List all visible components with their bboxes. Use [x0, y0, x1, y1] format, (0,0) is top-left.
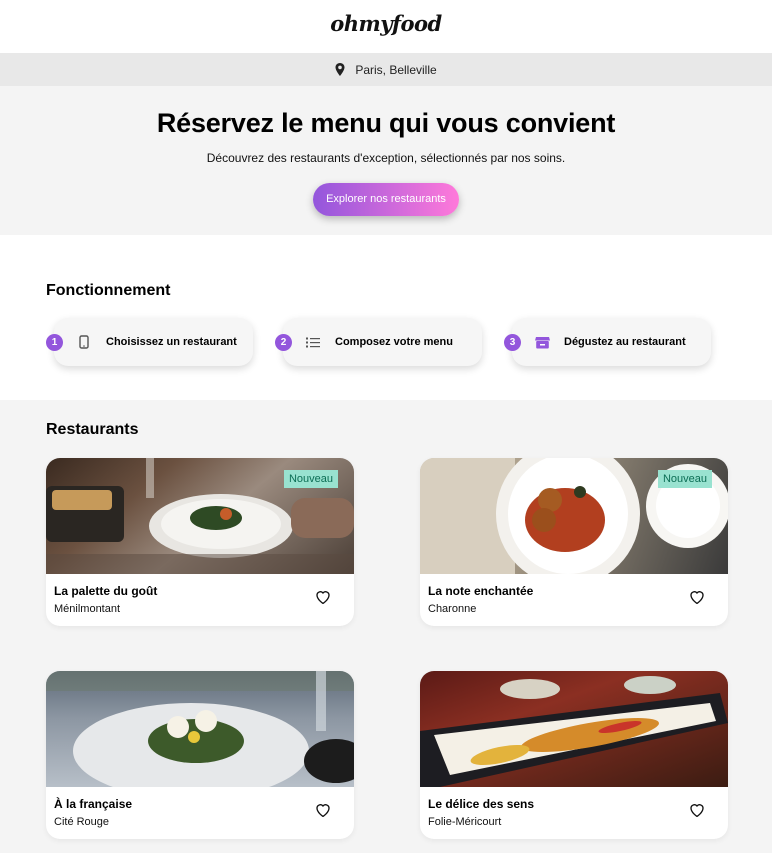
step-choose-restaurant: 1 Choisissez un restaurant	[46, 318, 253, 366]
restaurant-card[interactable]: Le délice des sens Folie-Méricourt	[420, 671, 728, 839]
restaurants-title: Restaurants	[46, 421, 139, 438]
hero-title: Réservez le menu qui vous convient	[156, 108, 616, 138]
restaurants-section: Restaurants Nouveau La palette du goût M…	[0, 400, 772, 853]
restaurant-district: Cité Rouge	[54, 816, 110, 828]
restaurant-photo	[420, 671, 728, 787]
step-number: 1	[46, 334, 63, 351]
heart-icon[interactable]	[688, 801, 706, 819]
heart-icon[interactable]	[688, 588, 706, 606]
list-icon	[305, 334, 321, 350]
location-bar: Paris, Belleville	[0, 53, 772, 86]
restaurant-card[interactable]: Nouveau La note enchantée Charonne	[420, 458, 728, 626]
heart-icon[interactable]	[314, 588, 332, 606]
step-compose-menu: 2 Composez votre menu	[275, 318, 482, 366]
map-pin-icon	[335, 63, 345, 76]
site-header: ohmyfood	[0, 0, 772, 53]
how-it-works-section: Fonctionnement 1 Choisissez un restauran…	[0, 235, 772, 400]
card-body: La palette du goût Ménilmontant	[46, 574, 354, 626]
restaurant-district: Charonne	[428, 603, 477, 615]
restaurant-card[interactable]: Nouveau La palette du goût Ménilmontant	[46, 458, 354, 626]
card-body: Le délice des sens Folie-Méricourt	[420, 787, 728, 839]
step-number: 3	[504, 334, 521, 351]
restaurant-name: La note enchantée	[428, 584, 534, 598]
step-label: Dégustez au restaurant	[564, 336, 686, 348]
steps-list: 1 Choisissez un restaurant 2 Composez vo…	[46, 318, 772, 366]
step-number: 2	[275, 334, 292, 351]
restaurant-district: Folie-Méricourt	[428, 816, 502, 828]
card-body: À la française Cité Rouge	[46, 787, 354, 839]
restaurant-photo: Nouveau	[46, 458, 354, 574]
restaurant-card[interactable]: À la française Cité Rouge	[46, 671, 354, 839]
step-enjoy-restaurant: 3 Dégustez au restaurant	[504, 318, 711, 366]
logo[interactable]: ohmyfood	[330, 11, 442, 36]
step-label: Choisissez un restaurant	[106, 336, 237, 348]
restaurant-name: Le délice des sens	[428, 797, 535, 811]
restaurant-district: Ménilmontant	[54, 603, 121, 615]
restaurant-photo: Nouveau	[420, 458, 728, 574]
phone-icon	[76, 334, 92, 350]
new-badge: Nouveau	[657, 470, 712, 488]
new-badge: Nouveau	[283, 470, 338, 488]
how-it-works-title: Fonctionnement	[46, 282, 171, 299]
restaurants-grid: Nouveau La palette du goût Ménilmontant	[46, 458, 772, 839]
location-label: Paris, Belleville	[355, 62, 437, 77]
hero-subtitle: Découvrez des restaurants d'exception, s…	[206, 151, 566, 165]
restaurant-name: La palette du goût	[54, 584, 158, 598]
restaurant-name: À la française	[54, 797, 133, 811]
explore-restaurants-button[interactable]: Explorer nos restaurants	[313, 183, 459, 216]
step-label: Composez votre menu	[335, 336, 453, 348]
restaurant-photo	[46, 671, 354, 787]
heart-icon[interactable]	[314, 801, 332, 819]
card-body: La note enchantée Charonne	[420, 574, 728, 626]
hero-section: Réservez le menu qui vous convient Décou…	[0, 86, 772, 235]
store-icon	[534, 334, 550, 350]
